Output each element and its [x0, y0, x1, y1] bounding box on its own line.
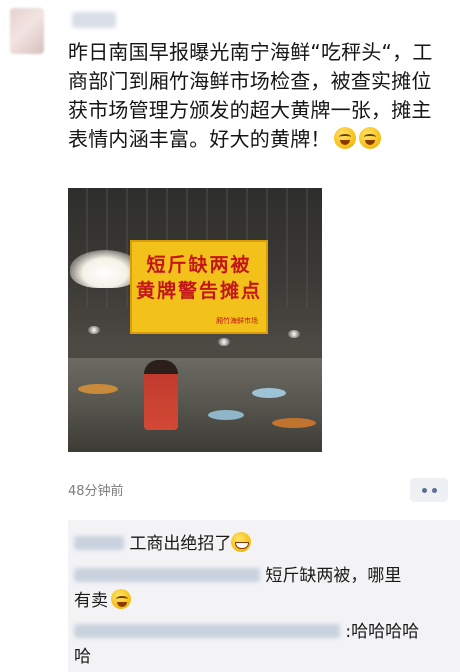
post-text: 昨日南国早报曝光南宁海鲜“吃秤头“，工商部门到厢竹海鲜市场检查，被查实摊位获市场…: [68, 38, 448, 154]
sign-subtitle: 厢竹海鲜市场: [216, 317, 258, 325]
comment-3-text-line1: :哈哈哈哈: [345, 622, 420, 642]
seafood-bowl: [252, 388, 286, 398]
ceiling-light: [288, 330, 300, 338]
market-stall: [68, 358, 322, 452]
vendor-figure: [144, 360, 178, 430]
seafood-bowl: [78, 384, 118, 394]
commenter-name-redacted[interactable]: [74, 568, 260, 582]
seafood-bowl: [208, 410, 244, 420]
laugh-cry-emoji-icon: [358, 127, 381, 149]
comment-2-text-line1: 短斤缺两被，哪里: [265, 566, 402, 586]
comment-1-text: 工商出绝招了: [129, 534, 232, 554]
comments-panel: 工商出绝招了 短斤缺两被，哪里 有卖 :哈哈哈哈 哈: [68, 520, 460, 672]
sign-line-2: 黄牌警告摊点: [135, 280, 262, 302]
post-timestamp: 48分钟前: [68, 484, 124, 499]
commenter-name-redacted[interactable]: [74, 624, 340, 638]
comment-1[interactable]: 工商出绝招了: [74, 532, 252, 557]
yellow-warning-sign: 短斤缺两被 黄牌警告摊点 厢竹海鲜市场: [130, 240, 268, 334]
seafood-bowl: [272, 418, 316, 428]
ceiling-light: [218, 338, 230, 346]
laugh-cry-emoji-icon: [333, 127, 356, 149]
grin-emoji-icon: [231, 532, 252, 552]
post-photo[interactable]: 短斤缺两被 黄牌警告摊点 厢竹海鲜市场: [68, 188, 322, 452]
commenter-name-redacted[interactable]: [74, 536, 124, 550]
ceiling-light: [88, 326, 100, 334]
laugh-cry-emoji-icon: [111, 589, 131, 609]
comment-2[interactable]: 短斤缺两被，哪里 有卖: [74, 564, 401, 614]
sign-line-1: 短斤缺两被: [146, 254, 252, 276]
username-redacted[interactable]: [72, 12, 116, 28]
comment-2-text-line2: 有卖: [74, 591, 108, 611]
comment-3[interactable]: :哈哈哈哈 哈: [74, 620, 419, 670]
avatar[interactable]: [10, 8, 44, 54]
more-dots-icon[interactable]: [410, 478, 448, 502]
comment-3-text-line2: 哈: [74, 647, 91, 667]
